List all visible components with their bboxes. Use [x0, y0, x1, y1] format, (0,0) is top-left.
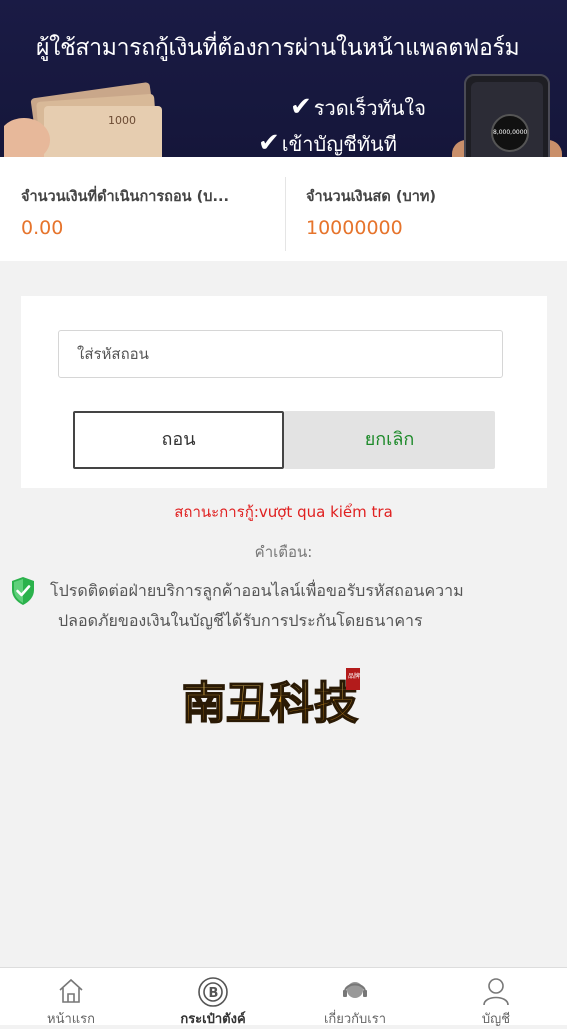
nav-label-wallet: กระเป๋าตังค์	[180, 1012, 246, 1027]
user-icon	[483, 978, 509, 1006]
withdrawing-label: จำนวนเงินที่ดำเนินการถอน (บ...	[21, 189, 229, 205]
bullet-account-text: เข้าบัญชีทันที	[281, 132, 397, 156]
nav-item-about[interactable]: เกี่ยวกับเรา	[284, 968, 426, 1027]
warning-notice: โปรดติดต่อฝ่ายบริการลูกค้าออนไลน์เพื่อขอ…	[50, 576, 562, 636]
cash-value: 10000000	[306, 217, 403, 239]
phone-image: 8,000,0000	[464, 74, 550, 157]
bottom-nav: หน้าแรก B กระเป๋าตังค์ เกี่ยวกับเรา บัญช…	[0, 967, 567, 1027]
cash-label: จำนวนเงินสด (บาท)	[306, 189, 437, 205]
withdraw-form: ถอน ยกเลิก	[21, 296, 547, 488]
bullet-fast-text: รวดเร็วทันใจ	[313, 96, 426, 120]
money-stack-image: 1000	[4, 82, 162, 157]
wallet-coin-icon: B	[198, 977, 228, 1007]
warning-title: คำเตือน:	[254, 543, 313, 561]
nav-label-home: หน้าแรก	[47, 1012, 95, 1027]
promo-banner: ผู้ใช้สามารถกู้เงินที่ต้องการผ่านในหน้าแ…	[0, 0, 567, 157]
cancel-button[interactable]: ยกเลิก	[284, 411, 495, 469]
nav-item-wallet[interactable]: B กระเป๋าตังค์	[142, 968, 284, 1027]
checkmark-icon: ✔	[290, 92, 312, 122]
withdrawing-amount: จำนวนเงินที่ดำเนินการถอน (บ... 0.00	[21, 185, 283, 239]
warning-line-2: ปลอดภัยของเงินในบัญชีได้รับการประกันโดยธ…	[58, 611, 423, 630]
phone-amount: 8,000,0000	[491, 114, 529, 152]
svg-text:B: B	[209, 986, 219, 1001]
logo-seal-text: 品牌	[348, 672, 360, 680]
support-agent-icon	[343, 982, 367, 998]
loan-status-text: สถานะการกู้:vượt qua kiểm tra	[174, 503, 393, 521]
warning-line-1: โปรดติดต่อฝ่ายบริการลูกค้าออนไลน์เพื่อขอ…	[50, 581, 464, 600]
banner-bullet-fast: ✔ รวดเร็วทันใจ	[290, 92, 426, 124]
cash-amount: จำนวนเงินสด (บาท) 10000000	[306, 185, 436, 239]
withdrawing-value: 0.00	[21, 217, 64, 239]
banner-bullet-account: ✔ เข้าบัญชีทันที	[258, 128, 397, 157]
money-label: 1000	[108, 114, 136, 127]
home-icon	[59, 978, 83, 1003]
checkmark-icon: ✔	[258, 128, 280, 157]
balance-panel: จำนวนเงินที่ดำเนินการถอน (บ... 0.00 จำนว…	[0, 157, 567, 261]
brand-logo: 南丑科技 品牌	[181, 668, 360, 730]
shield-check-icon	[12, 577, 34, 605]
divider	[285, 177, 286, 251]
nav-label-account: บัญชี	[481, 1012, 511, 1027]
nav-label-about: เกี่ยวกับเรา	[323, 1012, 387, 1027]
withdraw-code-input[interactable]	[58, 330, 503, 378]
withdraw-button[interactable]: ถอน	[73, 411, 284, 469]
nav-item-account[interactable]: บัญชี	[425, 968, 567, 1027]
banner-title: ผู้ใช้สามารถกู้เงินที่ต้องการผ่านในหน้าแ…	[36, 35, 520, 61]
nav-item-home[interactable]: หน้าแรก	[0, 968, 142, 1027]
logo-text: 南丑科技	[182, 678, 358, 729]
